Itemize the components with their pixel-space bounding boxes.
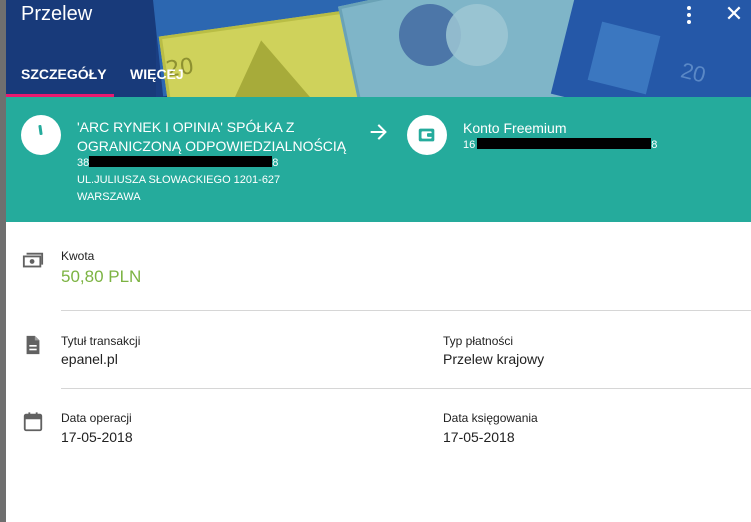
recipient-account: 16 8 (463, 138, 657, 151)
dialog-title: Przelew (21, 3, 93, 25)
recipient-account-suffix: 8 (651, 139, 658, 151)
booking-date-label: Data księgowania (443, 411, 538, 425)
wallet-icon (418, 128, 435, 142)
recipient-avatar (407, 115, 447, 155)
parties-panel: 'ARC RYNEK I OPINIA' SPÓŁKA Z OGRANICZON… (6, 97, 751, 222)
close-icon[interactable]: ✕ (722, 0, 746, 28)
amount-value: 50,80 PLN (61, 267, 142, 286)
divider (61, 388, 751, 389)
amount-label: Kwota (61, 249, 95, 263)
calendar-icon (23, 412, 43, 432)
redaction-bar (89, 156, 273, 167)
sender-account-prefix: 38 (77, 157, 90, 169)
sender-account: 38 8 (77, 156, 278, 169)
arrow-right-icon (370, 124, 387, 140)
payment-type-value: Przelew krajowy (443, 351, 545, 367)
banknote-decoration (216, 34, 316, 97)
recipient-account-prefix: 16 (463, 139, 476, 151)
transaction-title-value: epanel.pl (61, 351, 118, 367)
dialog-header: 20 20 Przelew ✕ SZCZEGÓŁY WIĘCEJ (6, 0, 751, 97)
operation-date-value: 17-05-2018 (61, 429, 133, 445)
payment-type-label: Typ płatności (443, 334, 514, 348)
booking-date-value: 17-05-2018 (443, 429, 515, 445)
document-icon (26, 335, 40, 355)
sender-address-line2: WARSZAWA (77, 191, 141, 203)
redaction-bar (477, 138, 652, 149)
transaction-title-label: Tytuł transakcji (61, 334, 141, 348)
sender-account-suffix: 8 (272, 157, 279, 169)
recipient-name: Konto Freemium (463, 120, 567, 136)
money-icon (22, 252, 44, 268)
tab-details[interactable]: SZCZEGÓŁY (21, 66, 107, 82)
sender-name: 'ARC RYNEK I OPINIA' SPÓŁKA Z OGRANICZON… (77, 119, 347, 154)
banknote-decoration (446, 4, 508, 66)
sender-avatar (21, 115, 61, 155)
more-vert-icon[interactable] (681, 4, 697, 26)
sender-initial-icon (38, 124, 43, 136)
operation-date-label: Data operacji (61, 411, 132, 425)
sender-address-line1: UL.JULIUSZA SŁOWACKIEGO 1201-627 (77, 174, 281, 186)
divider (61, 310, 751, 311)
transfer-dialog: 20 20 Przelew ✕ SZCZEGÓŁY WIĘCEJ 'ARC RY… (6, 0, 751, 522)
tab-more[interactable]: WIĘCEJ (130, 66, 184, 82)
